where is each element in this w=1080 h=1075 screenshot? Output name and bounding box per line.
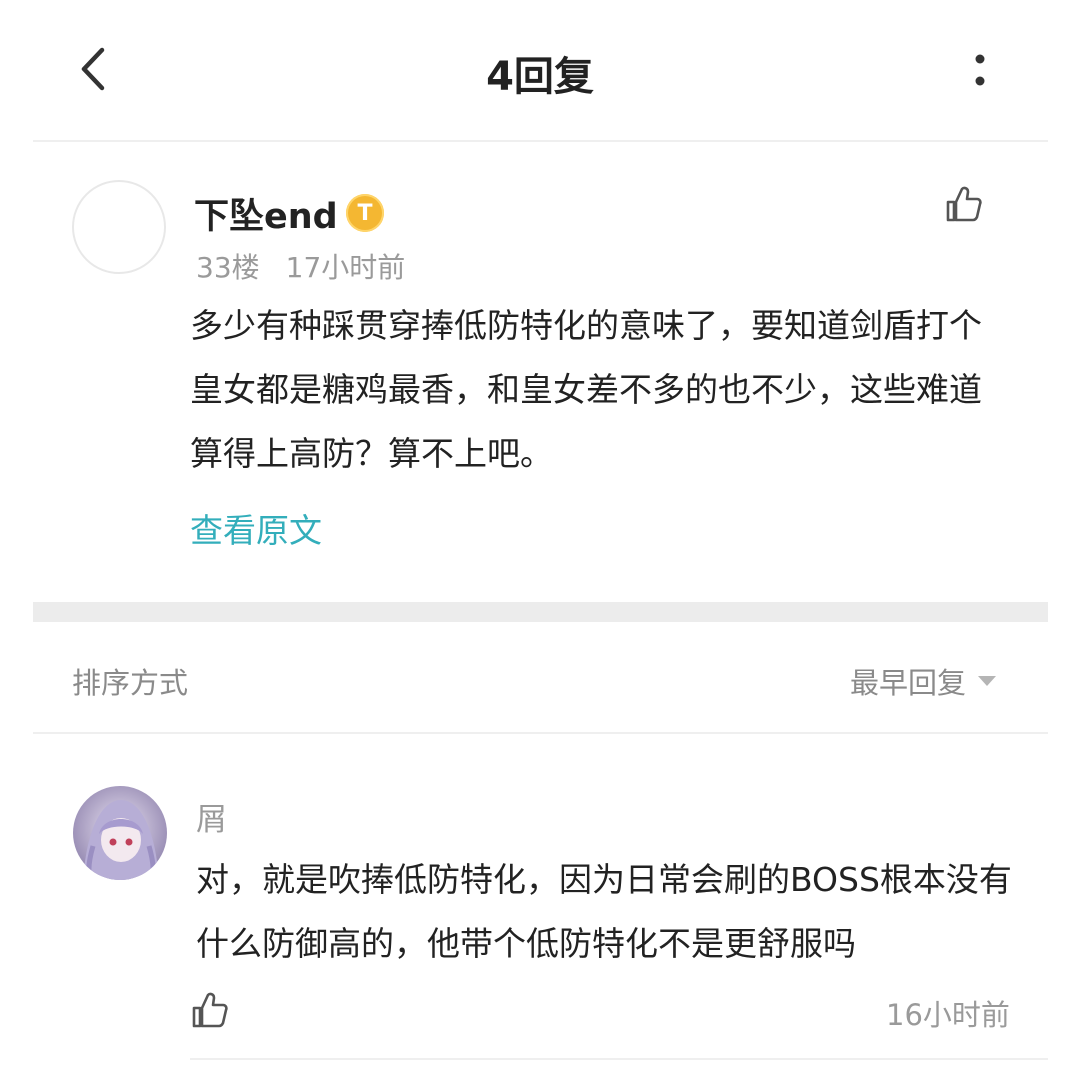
avatar[interactable]	[72, 180, 166, 274]
post-content: 多少有种踩贯穿捧低防特化的意味了，要知道剑盾打个皇女都是糖鸡最香，和皇女差不多的…	[190, 306, 982, 473]
reply-content: 对，就是吹捧低防特化，因为日常会刷的BOSS根本没有什么防御高的，他带个低防特化…	[196, 860, 1012, 963]
like-button[interactable]	[944, 184, 984, 224]
thumbs-up-icon	[946, 186, 982, 222]
sort-selected-value: 最早回复	[850, 666, 967, 700]
sort-dropdown[interactable]: 最早回复	[850, 660, 997, 702]
reply-avatar[interactable]	[73, 786, 167, 880]
top-bar: 4回复	[0, 0, 1080, 140]
sort-row: 排序方式 最早回复	[0, 622, 1080, 732]
more-options-button[interactable]	[960, 48, 1000, 92]
reply-username[interactable]: 屑	[196, 794, 227, 839]
main-post: 下坠end T 33楼 17小时前 多少有种踩贯穿捧低防特化的意味了，要知道剑盾打…	[0, 142, 1080, 602]
badge-text: T	[357, 200, 373, 226]
reply-like-button[interactable]	[190, 990, 230, 1030]
sort-label: 排序方式	[72, 666, 189, 700]
level-badge: T	[346, 194, 384, 232]
caret-down-icon	[978, 676, 997, 686]
reply-time: 16小时前	[886, 998, 1010, 1032]
thumbs-up-icon	[192, 992, 228, 1028]
post-meta: 33楼 17小时前	[196, 246, 431, 286]
post-username[interactable]: 下坠end	[194, 188, 338, 239]
page-title: 4回复	[486, 54, 594, 100]
reply-divider	[190, 1058, 1048, 1060]
anime-avatar-image	[73, 786, 167, 880]
view-original-link[interactable]: 查看原文	[190, 504, 322, 552]
more-vertical-icon	[975, 54, 985, 86]
section-separator	[33, 602, 1048, 622]
floor-number: 33楼	[196, 251, 260, 284]
reply-item: 屑 对，就是吹捧低防特化，因为日常会刷的BOSS根本没有什么防御高的，他带个低防…	[0, 734, 1080, 1074]
post-time: 17小时前	[285, 251, 406, 284]
